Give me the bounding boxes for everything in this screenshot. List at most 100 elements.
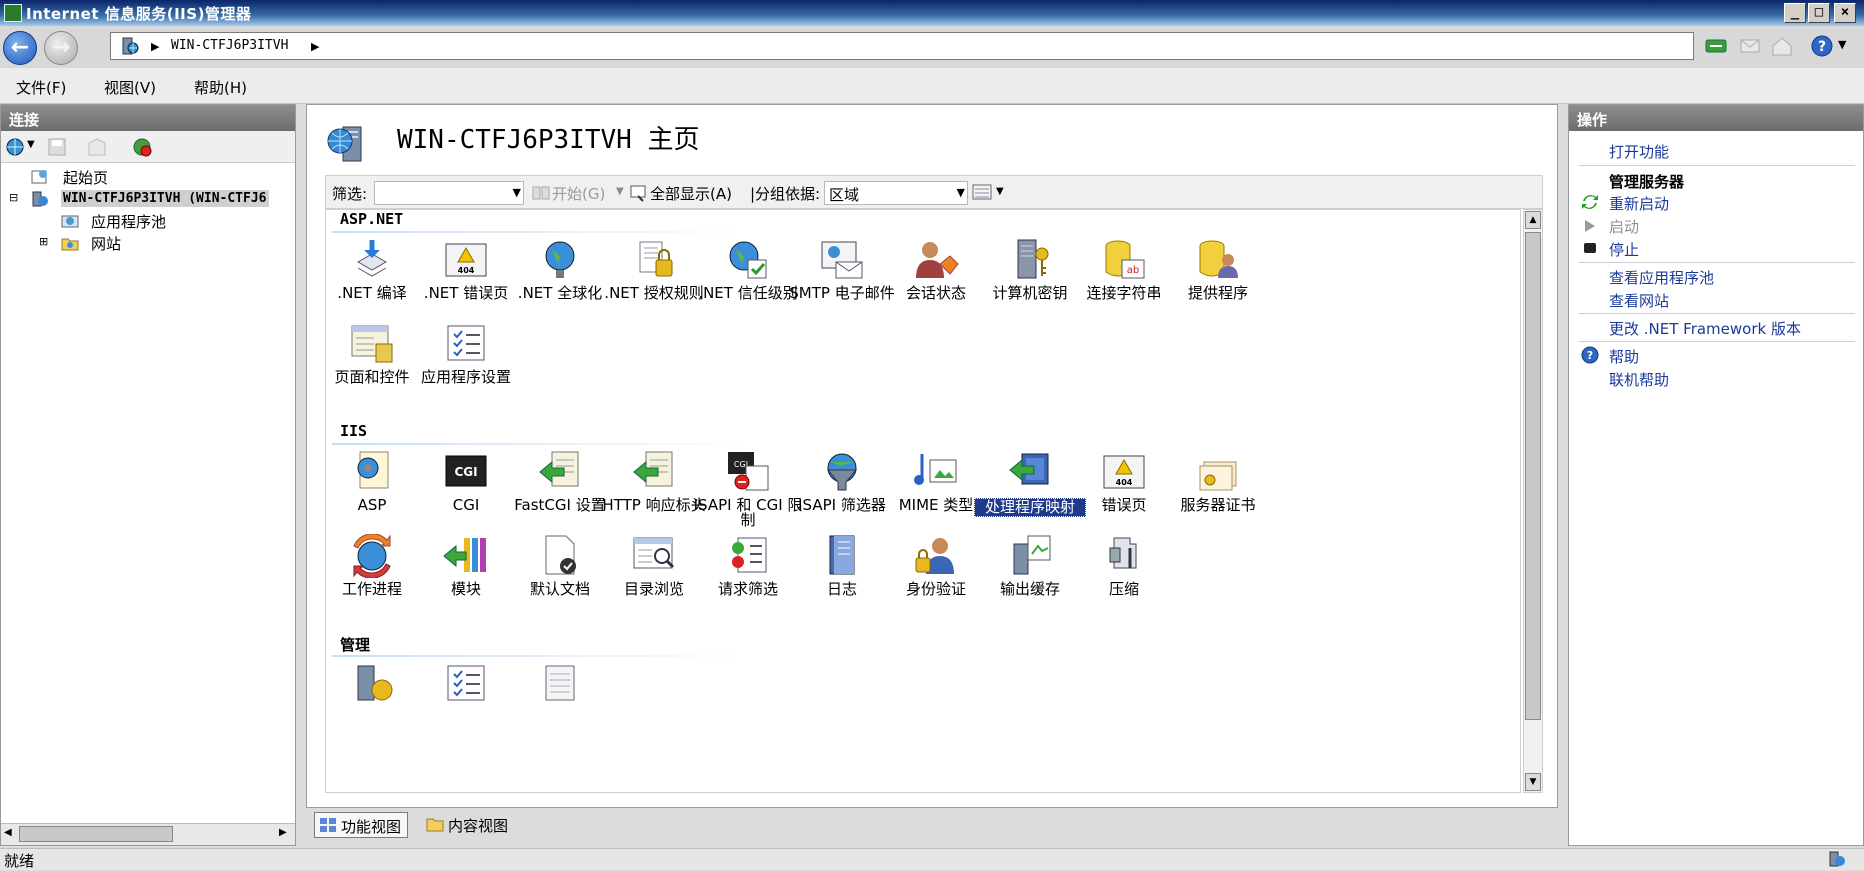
forward-button[interactable]: → xyxy=(44,31,78,65)
feature-application-settings[interactable]: 应用程序设置 xyxy=(410,322,522,385)
filter-label: 筛选: xyxy=(332,185,368,203)
features-list: ASP.NET .NET 编译 404 .NET 错误页 .NET 全球化 .N… xyxy=(325,209,1521,793)
mail-icon[interactable] xyxy=(1738,34,1762,58)
up-icon[interactable] xyxy=(87,137,109,157)
manage-server-heading: 管理服务器 xyxy=(1609,173,1685,191)
tab-content-label: 内容视图 xyxy=(448,817,509,835)
features-vscroll-thumb[interactable] xyxy=(1525,232,1541,720)
view-mode-icon[interactable] xyxy=(972,183,992,201)
connection-string-icon: ab xyxy=(1105,240,1145,279)
restart-icon xyxy=(1582,195,1598,209)
tree-item-sites[interactable]: 网站 xyxy=(91,233,121,254)
directory-browsing-icon xyxy=(633,537,675,569)
status-server-icon xyxy=(1829,851,1845,867)
group-header-management: 管理 xyxy=(340,636,371,654)
minimize-button[interactable]: _ xyxy=(1784,3,1806,23)
smtp-email-icon xyxy=(821,241,863,279)
pages-controls-icon xyxy=(351,325,393,363)
action-restart[interactable]: 重新启动 xyxy=(1609,193,1669,214)
scroll-right-icon[interactable]: ▶ xyxy=(279,827,287,838)
tree-collapse-icon[interactable]: ⊟ xyxy=(9,191,18,204)
group-by-value: 区域 xyxy=(829,186,860,204)
session-state-icon xyxy=(916,242,959,278)
show-all-icon xyxy=(630,185,646,202)
action-view-app-pools[interactable]: 查看应用程序池 xyxy=(1609,267,1714,288)
tree-item-app-pools[interactable]: 应用程序池 xyxy=(91,211,166,232)
action-change-framework[interactable]: 更改 .NET Framework 版本 xyxy=(1609,318,1801,339)
configuration-editor-icon[interactable] xyxy=(444,662,488,702)
authentication-icon xyxy=(915,538,954,574)
disconnect-icon[interactable] xyxy=(131,136,153,158)
request-filtering-icon xyxy=(732,537,767,573)
connections-hscrollbar[interactable]: ◀ ▶ xyxy=(1,823,295,845)
feature-delegation-icon[interactable] xyxy=(538,662,582,702)
output-caching-icon xyxy=(1013,535,1051,575)
start-dropdown-icon[interactable]: ▼ xyxy=(616,186,624,197)
feature-compression[interactable]: 压缩 xyxy=(1068,534,1180,597)
maximize-button[interactable]: □ xyxy=(1808,3,1830,23)
features-view: WIN-CTFJ6P3ITVH 主页 筛选: ▼ 开始(G) ▼ 全部显示(A)… xyxy=(306,104,1558,808)
server-home-icon xyxy=(327,126,362,162)
actions-header: 操作 xyxy=(1569,105,1863,131)
action-online-help[interactable]: 联机帮助 xyxy=(1609,369,1669,390)
address-bar[interactable]: ▶ WIN-CTFJ6P3ITVH ▶ xyxy=(110,32,1694,60)
home-icon[interactable] xyxy=(1770,34,1794,58)
response-headers-icon xyxy=(633,451,673,487)
scroll-up-icon[interactable]: ▲ xyxy=(1525,211,1541,229)
scroll-left-icon[interactable]: ◀ xyxy=(4,827,12,838)
action-start[interactable]: 启动 xyxy=(1609,216,1639,237)
actions-divider xyxy=(1579,262,1855,263)
menu-view[interactable]: 视图(V) xyxy=(104,77,156,98)
action-open-feature[interactable]: 打开功能 xyxy=(1609,141,1669,162)
group-by-dropdown-icon[interactable]: ▼ xyxy=(957,186,965,199)
close-button[interactable]: × xyxy=(1834,3,1856,23)
menu-help[interactable]: 帮助(H) xyxy=(194,77,247,98)
tab-features-label: 功能视图 xyxy=(341,818,402,836)
feature-providers[interactable]: 提供程序 xyxy=(1162,238,1274,301)
actions-divider xyxy=(1579,341,1855,342)
help-icon[interactable]: ? xyxy=(1810,34,1834,58)
compression-icon xyxy=(1109,537,1137,569)
connect-dropdown-icon[interactable]: ▼ xyxy=(27,139,35,150)
feature-server-certificates[interactable]: 服务器证书 xyxy=(1162,450,1274,513)
back-button[interactable]: ← xyxy=(3,31,37,65)
management-service-icon[interactable] xyxy=(352,662,396,702)
scroll-down-icon[interactable]: ▼ xyxy=(1525,773,1541,791)
tree-expand-icon[interactable]: ⊞ xyxy=(39,235,48,248)
server-icon xyxy=(32,191,48,207)
error-404-icon: 404 xyxy=(1103,455,1145,489)
group-header-iis: IIS xyxy=(340,422,368,440)
tab-content-view[interactable]: 内容视图 xyxy=(422,812,514,838)
svg-text:?: ? xyxy=(1587,349,1593,362)
connect-icon[interactable] xyxy=(1704,34,1728,58)
show-all-button[interactable]: 全部显示(A) xyxy=(650,183,732,204)
mime-types-icon xyxy=(914,454,957,485)
filter-input[interactable]: ▼ xyxy=(374,181,524,205)
filter-bar: 筛选: ▼ 开始(G) ▼ 全部显示(A) |分组依据: 区域 ▼ ▼ xyxy=(325,175,1543,209)
save-icon[interactable] xyxy=(47,137,67,157)
features-view-icon xyxy=(320,818,336,832)
tree-item-server[interactable]: WIN-CTFJ6P3ITVH (WIN-CTFJ6 xyxy=(61,190,269,207)
window-title: Internet 信息服务(IIS)管理器 xyxy=(26,5,252,23)
menu-file[interactable]: 文件(F) xyxy=(16,77,66,98)
help-dropdown-icon[interactable]: ▼ xyxy=(1838,38,1846,51)
filter-start-button[interactable]: 开始(G) xyxy=(552,183,605,204)
action-stop[interactable]: 停止 xyxy=(1609,239,1639,260)
connections-hscroll-thumb[interactable] xyxy=(19,826,173,842)
providers-icon xyxy=(1199,240,1238,278)
action-view-sites[interactable]: 查看网站 xyxy=(1609,290,1669,311)
action-help[interactable]: 帮助 xyxy=(1609,346,1639,367)
svg-text:CGI: CGI xyxy=(454,465,477,479)
connect-globe-icon[interactable] xyxy=(5,137,25,157)
group-header-aspnet: ASP.NET xyxy=(340,210,404,228)
app-pool-icon xyxy=(61,215,79,228)
tab-features-view[interactable]: 功能视图 xyxy=(314,812,409,838)
group-by-select[interactable]: 区域 ▼ xyxy=(824,181,968,205)
features-vscrollbar[interactable]: ▲ ▼ xyxy=(1523,209,1543,793)
view-mode-dropdown-icon[interactable]: ▼ xyxy=(996,186,1004,197)
authorization-icon xyxy=(639,241,673,277)
breadcrumb-server[interactable]: WIN-CTFJ6P3ITVH xyxy=(171,38,288,53)
filter-dropdown-icon[interactable]: ▼ xyxy=(513,186,521,199)
breadcrumb-arrow-icon[interactable]: ▶ xyxy=(311,40,319,53)
tree-item-start-page[interactable]: 起始页 xyxy=(63,167,108,188)
